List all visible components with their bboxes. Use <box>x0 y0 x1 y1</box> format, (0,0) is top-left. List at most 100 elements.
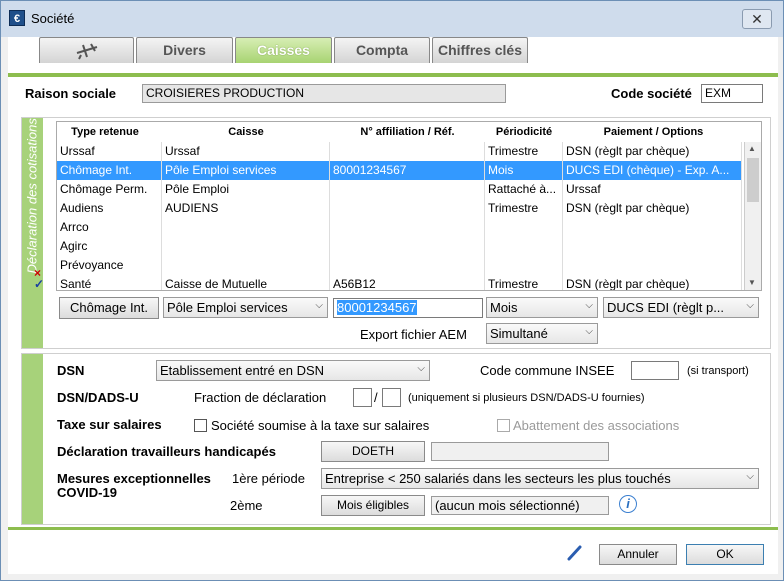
fraction-num-input[interactable] <box>353 388 372 407</box>
col-paiement: Paiement / Options <box>603 126 704 138</box>
edit-periodicite-value: Mois <box>490 300 518 315</box>
table-cell <box>330 237 485 256</box>
chevron-down-icon: ⌵ <box>746 300 754 311</box>
dsn-select[interactable]: Etablissement entré en DSN ⌵ <box>156 360 430 381</box>
periode1-select[interactable]: Entreprise < 250 salariés dans les secte… <box>321 468 759 489</box>
mois-eligibles-button[interactable]: Mois éligibles <box>321 495 425 516</box>
edit-paiement-select[interactable]: DUCS EDI (règlt p... ⌵ <box>603 297 759 318</box>
table-row[interactable]: Chômage Perm. Pôle Emploi Rattaché à... Urs… <box>57 180 742 199</box>
table-cell: Chômage Int. <box>57 161 162 180</box>
insee-note: (si transport) <box>687 365 749 377</box>
taxe-salaires-label: Taxe sur salaires <box>57 417 162 432</box>
periode2-label: 2ème <box>230 498 263 513</box>
footer-divider <box>8 527 778 530</box>
chevron-down-icon: ⌵ <box>585 326 593 337</box>
table-row[interactable]: Agirc <box>57 237 742 256</box>
info-icon[interactable]: i <box>619 495 637 513</box>
tab-divers[interactable]: Divers <box>136 37 233 63</box>
cotisations-table[interactable]: Type retenue Caisse N° affiliation / Réf… <box>56 121 762 291</box>
table-row[interactable]: Urssaf Urssaf Trimestre DSN (règlt par chèq… <box>57 142 742 161</box>
export-aem-select[interactable]: Simultané ⌵ <box>486 323 598 344</box>
code-societe-field[interactable]: EXM <box>701 84 763 103</box>
close-icon: ✕ <box>751 11 763 27</box>
table-cell: Caisse de Mutuelle <box>162 275 330 290</box>
tab-underline <box>8 73 778 77</box>
table-cell: Mois <box>485 161 563 180</box>
tab-chiffres-cles[interactable]: Chiffres clés <box>432 37 528 63</box>
ok-button[interactable]: OK <box>686 544 764 565</box>
col-caisse: Caisse <box>228 126 264 138</box>
table-row[interactable]: Arrco <box>57 218 742 237</box>
doeth-button[interactable]: DOETH <box>321 441 425 462</box>
edit-caisse-select[interactable]: Pôle Emploi services ⌵ <box>163 297 328 318</box>
tab-caisses[interactable]: Caisses <box>235 37 332 63</box>
tab-compta[interactable]: Compta <box>334 37 430 63</box>
taxe-salaires-checkbox[interactable] <box>194 419 207 432</box>
table-cell <box>330 199 485 218</box>
table-cell: A56B12 <box>330 275 485 290</box>
insee-label: Code commune INSEE <box>480 363 615 378</box>
table-cell: DSN (règlt par chèque) <box>563 275 742 290</box>
table-cell: Rattaché à... <box>485 180 563 199</box>
scroll-thumb[interactable] <box>747 158 759 202</box>
dsn-sidebar <box>22 354 43 524</box>
table-cell <box>485 237 563 256</box>
chevron-down-icon: ⌵ <box>417 363 425 374</box>
table-scrollbar[interactable]: ▲ ▼ <box>744 142 761 290</box>
edit-type-retenue[interactable]: Chômage Int. <box>59 297 159 319</box>
table-cell <box>563 237 742 256</box>
fraction-den-input[interactable] <box>382 388 401 407</box>
code-societe-label: Code société <box>611 86 692 101</box>
table-row[interactable]: Chômage Int. Pôle Emploi services 80001234… <box>57 161 742 180</box>
col-affiliation: N° affiliation / Réf. <box>360 126 455 138</box>
dsn-label: DSN <box>57 363 85 378</box>
fraction-separator: / <box>374 390 378 405</box>
table-cell <box>485 218 563 237</box>
scroll-up-icon[interactable]: ▲ <box>748 144 756 153</box>
table-cell: Chômage Perm. <box>57 180 162 199</box>
table-row[interactable]: Audiens AUDIENS Trimestre DSN (règlt par ch… <box>57 199 742 218</box>
raison-sociale-label: Raison sociale <box>25 86 117 101</box>
scroll-down-icon[interactable]: ▼ <box>748 278 756 287</box>
table-cell: Agirc <box>57 237 162 256</box>
insee-input[interactable] <box>631 361 679 380</box>
table-row[interactable]: Santé Caisse de Mutuelle A56B12 Trimestre DS… <box>57 275 742 290</box>
edit-periodicite-select[interactable]: Mois ⌵ <box>486 297 598 318</box>
mois-eligibles-field: (aucun mois sélectionné) <box>431 496 609 515</box>
tab-general[interactable] <box>39 37 134 63</box>
window-title: Société <box>31 11 75 26</box>
table-cell <box>563 256 742 275</box>
table-cell <box>162 218 330 237</box>
plane-icon <box>76 43 97 60</box>
pen-icon[interactable] <box>566 544 584 562</box>
edit-affiliation-input[interactable]: 80001234567 <box>333 298 483 318</box>
abattement-checkbox[interactable] <box>497 419 510 432</box>
abattement-check-label[interactable]: Abattement des associations <box>513 418 679 433</box>
taxe-salaires-check-label[interactable]: Société soumise à la taxe sur salaires <box>211 418 429 433</box>
cancel-button[interactable]: Annuler <box>599 544 677 565</box>
table-cell: Urssaf <box>162 142 330 161</box>
export-aem-value: Simultané <box>490 326 548 341</box>
col-periodicite: Périodicité <box>495 126 553 138</box>
validate-row-icon[interactable]: ✓ <box>34 277 44 291</box>
covid-label-2: COVID-19 <box>57 485 117 500</box>
table-cell: Pôle Emploi <box>162 180 330 199</box>
chevron-down-icon: ⌵ <box>746 471 754 482</box>
doeth-field <box>431 442 609 461</box>
table-cell: Urssaf <box>563 180 742 199</box>
close-button[interactable]: ✕ <box>742 9 772 29</box>
table-cell <box>330 256 485 275</box>
periode1-value: Entreprise < 250 salariés dans les secte… <box>325 471 671 486</box>
cotisations-sidebar: Déclaration des cotisations <box>22 118 43 348</box>
dsn-value: Etablissement entré en DSN <box>160 363 325 378</box>
fraction-label: Fraction de déclaration <box>194 390 327 405</box>
table-cell <box>485 256 563 275</box>
table-row[interactable]: Prévoyance <box>57 256 742 275</box>
dads-label: DSN/DADS-U <box>57 390 139 405</box>
edit-affiliation-value: 80001234567 <box>337 300 417 315</box>
raison-sociale-field[interactable]: CROISIERES PRODUCTION <box>142 84 506 103</box>
table-cell: DSN (règlt par chèque) <box>563 142 742 161</box>
fraction-note: (uniquement si plusieurs DSN/DADS-U four… <box>408 392 645 404</box>
table-cell <box>330 218 485 237</box>
handicap-label: Déclaration travailleurs handicapés <box>57 444 276 459</box>
